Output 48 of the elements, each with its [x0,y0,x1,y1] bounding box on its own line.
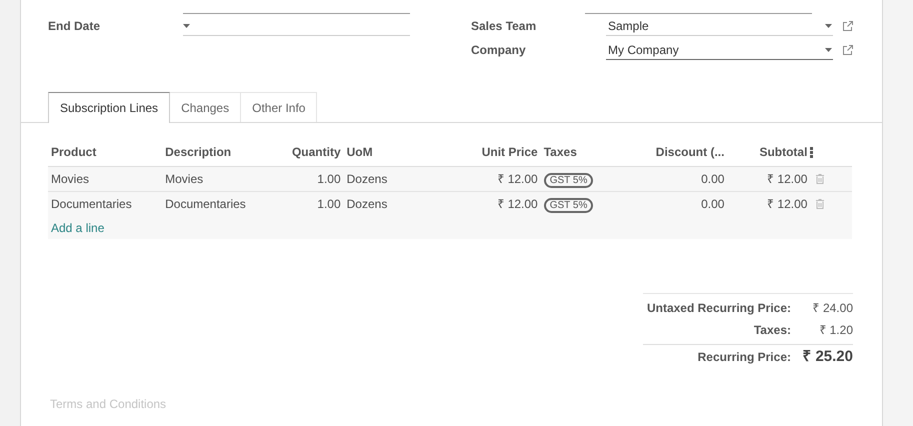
field-label: End Date [48,18,102,35]
table-cell: ₹ 12.00 [497,172,538,186]
table-cell: 1.00 [317,196,341,211]
table-cell: Documentaries [51,196,132,211]
column-header[interactable]: Taxes [540,139,640,166]
caret-icon [183,24,190,28]
tab[interactable]: Changes [170,92,242,122]
table-cell: Dozens [346,196,388,211]
column-header[interactable]: Description [162,139,276,166]
column-header[interactable]: Subtotal [727,139,810,166]
total-value: ₹ 1.20 [818,322,853,339]
dropdown-field[interactable]: Sample [606,16,833,36]
caret-icon [825,24,832,28]
table-cell: 0.00 [701,172,724,186]
table-cell: Documentaries [165,196,246,211]
total-label: Taxes: [754,322,791,339]
table-cell: 0.00 [701,196,724,211]
column-header[interactable]: Quantity [276,139,344,166]
terms-field[interactable]: Terms and Conditions [50,395,350,413]
table-cell: Dozens [346,172,388,186]
field-label: Sales Team [471,18,538,35]
table-cell: ₹ 12.00 [497,196,538,211]
total-value: ₹ 25.20 [801,346,853,367]
total-value: ₹ 24.00 [812,300,853,317]
table-cell: ₹ 12.00 [767,196,808,211]
dropdown-field[interactable]: My Company [606,40,833,60]
caret-icon [825,48,832,52]
external-link-icon[interactable] [842,20,854,32]
table-cell: 1.00 [317,172,341,186]
tax-tag: GST 5% [544,172,594,188]
table-cell: Movies [165,172,204,186]
column-header[interactable]: UoM [344,139,453,166]
external-link-icon[interactable] [842,44,854,56]
trash-icon[interactable] [816,174,824,184]
kebab-menu-icon[interactable] [810,146,814,158]
table-cell: ₹ 12.00 [767,172,808,186]
total-label: Untaxed Recurring Price: [646,300,791,317]
tax-tag: GST 5% [544,198,594,213]
tab[interactable]: Other Info [241,92,318,122]
column-header[interactable]: Unit Price [452,139,541,166]
total-label: Recurring Price: [698,349,791,366]
table-cell: Movies [51,172,90,186]
column-header[interactable]: Discount (... [639,139,728,166]
field-label: Company [471,42,527,59]
trash-icon[interactable] [816,198,824,209]
tab[interactable]: Subscription Lines [48,92,170,123]
column-header[interactable]: Product [48,139,162,166]
add-line-link[interactable]: Add a line [51,220,104,234]
